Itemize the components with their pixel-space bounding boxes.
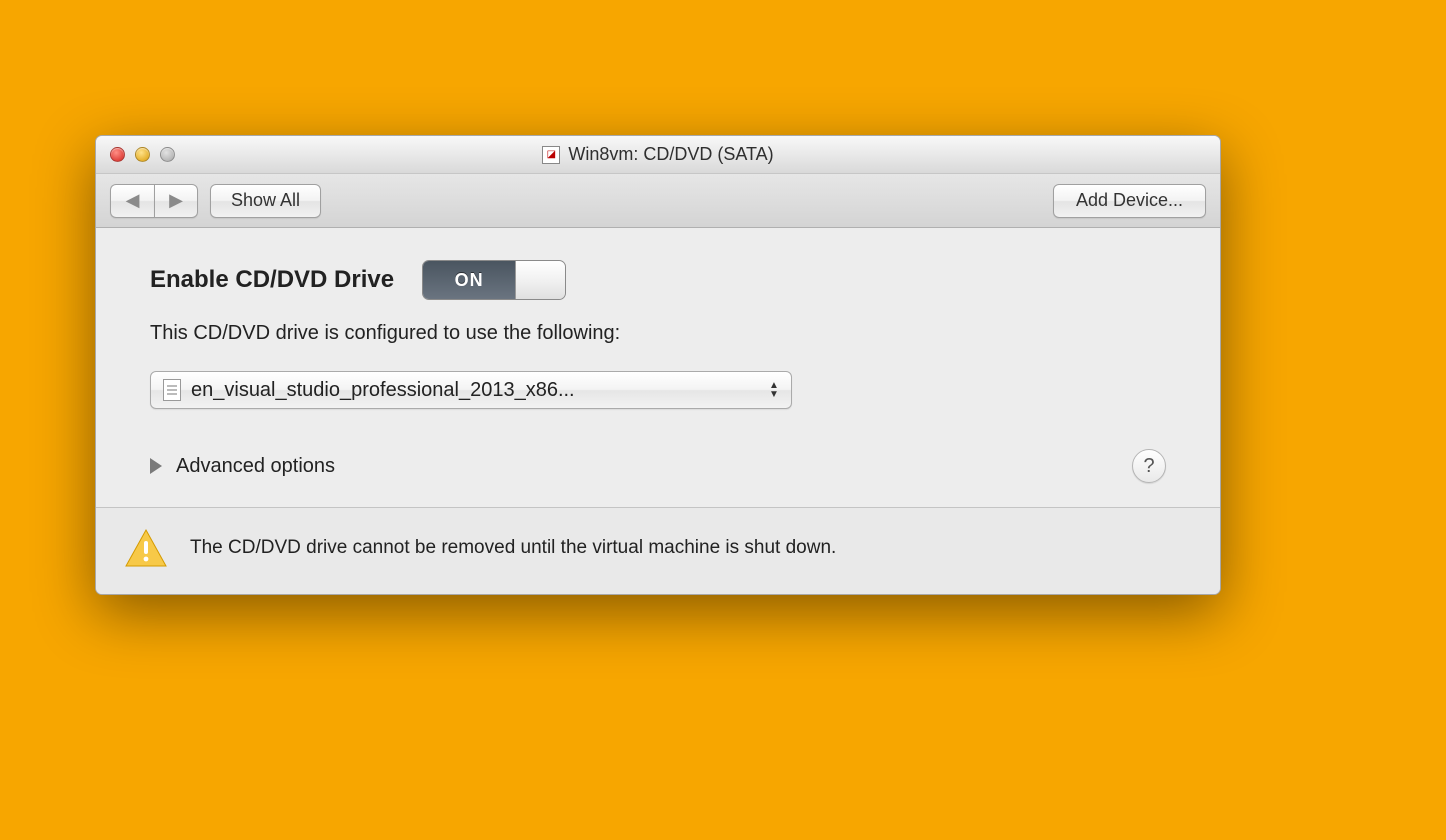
content-area: Enable CD/DVD Drive ON This CD/DVD drive… <box>96 228 1220 507</box>
zoom-button[interactable] <box>160 147 175 162</box>
show-all-button[interactable]: Show All <box>210 184 321 218</box>
disclosure-triangle-icon <box>150 458 162 474</box>
add-device-button[interactable]: Add Device... <box>1053 184 1206 218</box>
titlebar: ◪ Win8vm: CD/DVD (SATA) <box>96 136 1220 174</box>
drive-description: This CD/DVD drive is configured to use t… <box>150 322 1166 345</box>
forward-button[interactable]: ▶ <box>154 184 198 218</box>
selected-image-text: en_visual_studio_professional_2013_x86..… <box>191 379 757 402</box>
chevron-right-icon: ▶ <box>169 190 183 211</box>
show-all-label: Show All <box>231 190 300 211</box>
minimize-button[interactable] <box>135 147 150 162</box>
toggle-on-label: ON <box>423 261 515 299</box>
close-button[interactable] <box>110 147 125 162</box>
window-title: Win8vm: CD/DVD (SATA) <box>568 144 773 165</box>
window-icon: ◪ <box>542 146 560 164</box>
warning-text: The CD/DVD drive cannot be removed until… <box>190 537 836 559</box>
help-icon: ? <box>1143 455 1154 478</box>
advanced-options-label: Advanced options <box>176 455 335 478</box>
back-button[interactable]: ◀ <box>110 184 154 218</box>
toggle-knob <box>515 261 565 299</box>
footer-bar: The CD/DVD drive cannot be removed until… <box>96 507 1220 594</box>
toolbar: ◀ ▶ Show All Add Device... <box>96 174 1220 228</box>
advanced-options-toggle[interactable]: Advanced options <box>150 455 335 478</box>
enable-drive-toggle[interactable]: ON <box>422 260 566 300</box>
traffic-lights <box>96 147 175 162</box>
chevron-left-icon: ◀ <box>126 190 140 211</box>
file-icon <box>163 379 181 401</box>
enable-drive-heading: Enable CD/DVD Drive <box>150 266 394 294</box>
settings-window: ◪ Win8vm: CD/DVD (SATA) ◀ ▶ Show All Add… <box>95 135 1221 595</box>
image-select[interactable]: en_visual_studio_professional_2013_x86..… <box>150 371 792 409</box>
nav-buttons: ◀ ▶ <box>110 184 198 218</box>
warning-icon <box>124 528 168 568</box>
updown-arrows-icon: ▲▼ <box>767 382 781 398</box>
help-button[interactable]: ? <box>1132 449 1166 483</box>
add-device-label: Add Device... <box>1076 190 1183 211</box>
